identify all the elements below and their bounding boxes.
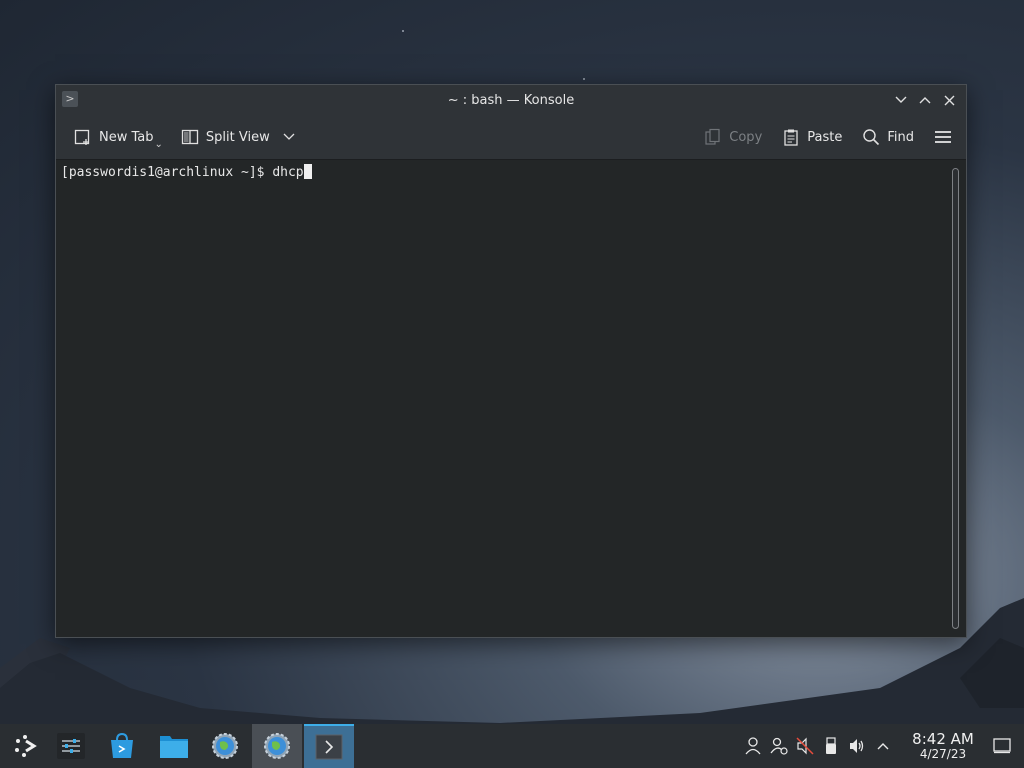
task-system-settings[interactable] bbox=[46, 724, 96, 768]
volume-icon bbox=[850, 739, 864, 753]
wallpaper-star bbox=[583, 78, 585, 80]
chevron-up-icon bbox=[919, 97, 931, 104]
task-discover[interactable] bbox=[97, 724, 147, 768]
system-settings-icon bbox=[57, 733, 85, 759]
show-desktop-icon bbox=[993, 738, 1011, 754]
microphone-muted-icon bbox=[796, 737, 814, 755]
usb-drive-icon bbox=[826, 737, 836, 754]
task-browser-1[interactable] bbox=[200, 724, 250, 768]
paste-label: Paste bbox=[807, 129, 843, 145]
digital-clock[interactable]: 8:42 AM 4/27/23 bbox=[906, 729, 980, 761]
terminal-area[interactable]: [passwordis1@archlinux ~]$ dhcp bbox=[56, 160, 946, 637]
discover-store-icon bbox=[111, 732, 133, 758]
taskbar: 8:42 AM 4/27/23 bbox=[0, 724, 1024, 768]
show-desktop-button[interactable] bbox=[980, 724, 1024, 768]
paste-icon bbox=[784, 129, 798, 146]
close-button[interactable] bbox=[940, 90, 958, 110]
close-icon bbox=[944, 95, 954, 105]
tray-expand-button[interactable] bbox=[870, 724, 896, 768]
globe-icon bbox=[264, 733, 290, 759]
split-view-label: Split View bbox=[205, 129, 270, 145]
clock-time: 8:42 AM bbox=[912, 729, 974, 748]
clock-date: 4/27/23 bbox=[919, 746, 967, 761]
copy-button[interactable]: Copy bbox=[698, 122, 768, 152]
terminal-input[interactable]: dhcp bbox=[272, 165, 303, 180]
find-label: Find bbox=[887, 129, 914, 145]
window-title: ~ : bash — Konsole bbox=[447, 92, 575, 108]
paste-button[interactable]: Paste bbox=[776, 122, 848, 152]
steamdeck-launcher-icon bbox=[15, 735, 37, 757]
task-file-manager[interactable] bbox=[149, 724, 199, 768]
split-view-icon bbox=[181, 129, 199, 145]
minimize-button[interactable] bbox=[892, 90, 910, 110]
toolbar: New Tab ⌄ Split View Copy Paste Find bbox=[56, 115, 966, 160]
volume-button[interactable] bbox=[844, 724, 870, 768]
terminal-cursor bbox=[303, 164, 312, 179]
split-view-button[interactable]: Split View bbox=[175, 122, 301, 152]
title-bar[interactable]: > ~ : bash — Konsole bbox=[56, 85, 966, 115]
hamburger-menu-button[interactable] bbox=[928, 122, 958, 152]
find-button[interactable]: Find bbox=[856, 122, 920, 152]
terminal-prompt: [passwordis1@archlinux ~]$ bbox=[61, 165, 273, 180]
dropdown-arrow-icon[interactable]: ⌄ bbox=[155, 139, 163, 150]
scrollbar[interactable] bbox=[946, 160, 966, 637]
konsole-app-icon[interactable]: > bbox=[62, 91, 78, 107]
scrollbar-thumb[interactable] bbox=[952, 168, 959, 629]
system-tray: 8:42 AM 4/27/23 bbox=[740, 724, 1024, 768]
maximize-button[interactable] bbox=[916, 90, 934, 110]
new-tab-label: New Tab bbox=[99, 129, 154, 145]
user-switcher-button[interactable] bbox=[740, 724, 766, 768]
audio-muted-button[interactable] bbox=[792, 724, 818, 768]
konsole-window[interactable]: > ~ : bash — Konsole New Tab ⌄ Split Vie… bbox=[55, 84, 967, 638]
task-browser-2[interactable] bbox=[252, 724, 302, 768]
copy-label: Copy bbox=[729, 129, 763, 145]
user-status-icon bbox=[770, 737, 788, 755]
copy-icon bbox=[705, 128, 720, 145]
kde-connect-button[interactable] bbox=[766, 724, 792, 768]
search-icon bbox=[863, 129, 880, 146]
hamburger-menu-icon bbox=[935, 131, 951, 143]
app-launcher-button[interactable] bbox=[0, 724, 50, 768]
globe-icon bbox=[212, 733, 238, 759]
wallpaper-star bbox=[402, 30, 404, 32]
new-tab-button[interactable]: New Tab ⌄ bbox=[68, 122, 169, 152]
terminal-icon bbox=[315, 734, 343, 760]
chevron-down-icon[interactable] bbox=[283, 133, 295, 141]
user-icon bbox=[745, 737, 761, 755]
task-konsole[interactable] bbox=[304, 724, 354, 768]
new-tab-icon bbox=[74, 129, 90, 145]
folder-icon bbox=[160, 736, 188, 758]
chevron-up-icon bbox=[877, 743, 889, 750]
chevron-down-icon bbox=[895, 96, 907, 103]
removable-device-button[interactable] bbox=[818, 724, 844, 768]
